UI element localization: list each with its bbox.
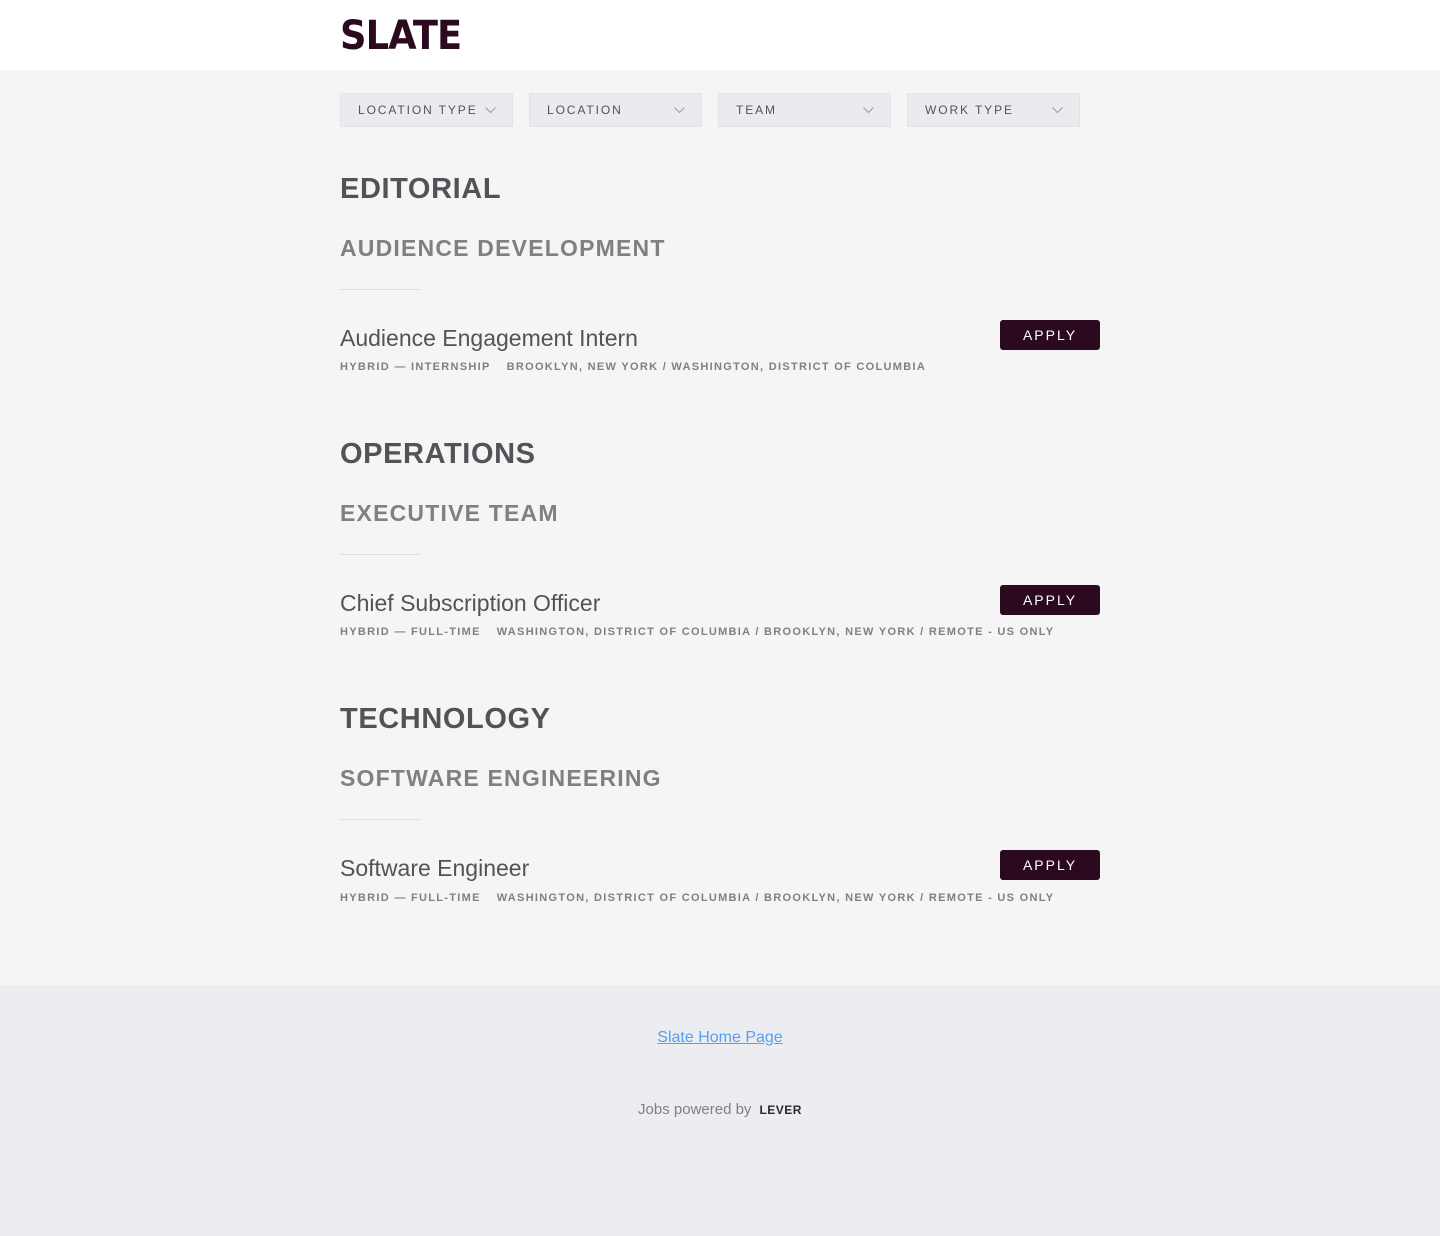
department-title: EDITORIAL: [340, 173, 502, 205]
department-title: OPERATIONS: [340, 438, 536, 470]
job-posting: Software Engineer HYBRID — FULL-TIME WASH…: [340, 850, 1100, 910]
chevron-down-icon: [485, 106, 496, 113]
chevron-down-icon: [674, 106, 685, 113]
department-group-technology: TECHNOLOGY SOFTWARE ENGINEERING Software…: [340, 702, 1100, 904]
chevron-down-icon: [1052, 106, 1063, 113]
job-commitment: HYBRID — INTERNSHIP: [340, 361, 491, 373]
filter-label: WORK TYPE: [925, 103, 1014, 117]
job-location: BROOKLYN, NEW YORK / WASHINGTON, DISTRIC…: [506, 361, 927, 373]
job-title-link[interactable]: Software Engineer: [340, 853, 529, 883]
department-group-editorial: EDITORIAL AUDIENCE DEVELOPMENT Audience …: [340, 172, 1100, 373]
filter-bar: LOCATION TYPE LOCATION TEAM WORK TYPE: [340, 93, 1080, 127]
job-meta: HYBRID — FULL-TIME WASHINGTON, DISTRICT O…: [340, 892, 1054, 904]
department-title: TECHNOLOGY: [340, 703, 551, 735]
job-location: WASHINGTON, DISTRICT OF COLUMBIA / BROOK…: [496, 892, 1055, 904]
job-posting: Chief Subscription Officer HYBRID — FULL…: [340, 585, 1100, 645]
apply-button[interactable]: APPLY: [1000, 850, 1100, 880]
job-title-link[interactable]: Audience Engagement Intern: [340, 323, 638, 353]
job-commitment: HYBRID — FULL-TIME: [340, 892, 481, 904]
filter-location[interactable]: LOCATION: [529, 93, 702, 127]
lever-logo[interactable]: LEVER: [759, 1103, 802, 1117]
filter-label: TEAM: [736, 103, 777, 117]
slate-logo[interactable]: SLATE: [340, 14, 462, 58]
divider: [340, 554, 420, 555]
filter-label: LOCATION: [547, 103, 623, 117]
home-page-link[interactable]: Slate Home Page: [0, 1029, 1440, 1047]
site-footer: Slate Home Page Jobs powered by LEVER: [0, 985, 1440, 1236]
divider: [340, 289, 420, 290]
apply-button[interactable]: APPLY: [1000, 320, 1100, 350]
powered-by-text: Jobs powered by: [638, 1101, 752, 1118]
filter-team[interactable]: TEAM: [718, 93, 891, 127]
chevron-down-icon: [863, 106, 874, 113]
team-title: EXECUTIVE TEAM: [340, 500, 559, 526]
divider: [340, 819, 420, 820]
job-posting: Audience Engagement Intern HYBRID — INTE…: [340, 320, 1100, 380]
powered-by: Jobs powered by LEVER: [0, 1101, 1440, 1118]
job-listings: LOCATION TYPE LOCATION TEAM WORK TYPE ED…: [0, 70, 1440, 985]
job-meta: HYBRID — INTERNSHIP BROOKLYN, NEW YORK / …: [340, 361, 926, 373]
apply-button[interactable]: APPLY: [1000, 585, 1100, 615]
job-title-link[interactable]: Chief Subscription Officer: [340, 588, 600, 618]
site-header: SLATE: [0, 0, 1440, 70]
team-title: SOFTWARE ENGINEERING: [340, 765, 662, 791]
team-title: AUDIENCE DEVELOPMENT: [340, 235, 666, 261]
job-commitment: HYBRID — FULL-TIME: [340, 626, 481, 638]
job-meta: HYBRID — FULL-TIME WASHINGTON, DISTRICT O…: [340, 626, 1054, 638]
filter-location-type[interactable]: LOCATION TYPE: [340, 93, 513, 127]
department-group-operations: OPERATIONS EXECUTIVE TEAM Chief Subscrip…: [340, 437, 1100, 638]
filter-label: LOCATION TYPE: [358, 103, 478, 117]
job-location: WASHINGTON, DISTRICT OF COLUMBIA / BROOK…: [496, 626, 1055, 638]
filter-work-type[interactable]: WORK TYPE: [907, 93, 1080, 127]
